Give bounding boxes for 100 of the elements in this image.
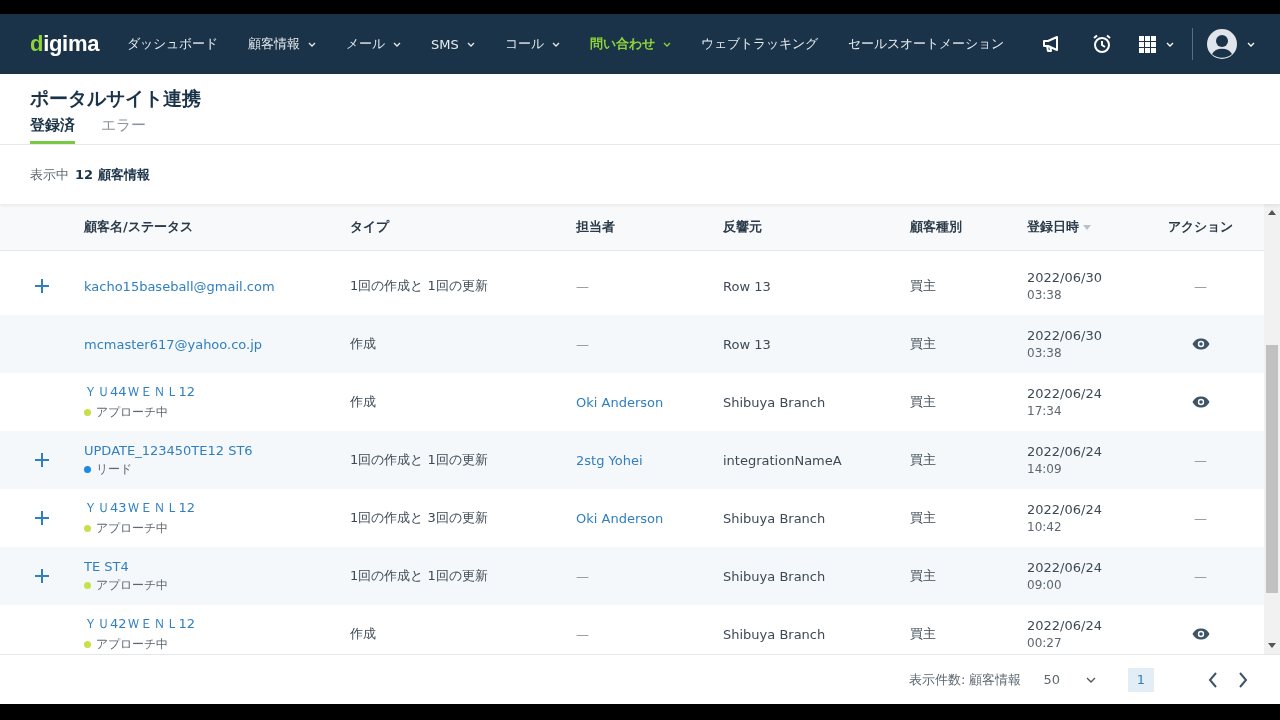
caret-icon — [1165, 41, 1174, 47]
tab[interactable]: エラー — [101, 116, 146, 144]
tab[interactable]: 登録済 — [30, 116, 75, 144]
table-cell: integrationNameA — [723, 452, 842, 468]
expand-plus-icon[interactable] — [35, 569, 49, 583]
date-text: 2022/06/30 — [1027, 328, 1102, 343]
scroll-up-icon[interactable] — [1268, 210, 1276, 215]
date-text: 2022/06/30 — [1027, 270, 1102, 285]
grid-icon — [1138, 35, 1156, 53]
column-header: 反響元 — [723, 218, 762, 236]
page-title: ポータルサイト連携 — [30, 86, 202, 110]
customer-name-link[interactable]: UPDATE_123450TE12 ST6 — [84, 442, 253, 458]
customer-name-link[interactable]: ＹＵ44ＷＥＮＬ12 — [84, 383, 196, 401]
eye-icon[interactable] — [1191, 338, 1210, 350]
owner-link[interactable]: Oki Anderson — [576, 510, 664, 526]
customer-name-link[interactable]: kacho15baseball@gmail.com — [84, 278, 275, 294]
status-label: リード — [96, 460, 132, 478]
nav-menu-item[interactable]: SMS — [431, 36, 475, 52]
customer-name-link[interactable]: ＹＵ42ＷＥＮＬ12 — [84, 615, 196, 633]
table-cell: — — [576, 568, 589, 584]
previous-page-icon[interactable] — [1208, 671, 1218, 688]
time-text: 14:09 — [1027, 462, 1062, 476]
avatar-icon — [1206, 29, 1237, 59]
table-cell: Row 13 — [723, 278, 771, 294]
apps-menu-button[interactable] — [1138, 35, 1174, 53]
table-cell: Shibuya Branch — [723, 626, 826, 642]
date-text: 2022/06/24 — [1027, 618, 1102, 633]
status-label: アプローチ中 — [96, 404, 168, 421]
time-text: 00:27 — [1027, 636, 1062, 650]
expand-plus-icon[interactable] — [35, 279, 49, 293]
customer-name-link[interactable]: TE ST4 — [84, 558, 129, 574]
alarm-clock-icon[interactable] — [1091, 34, 1112, 54]
table-cell: 買主 — [910, 567, 936, 585]
nav-menu-item[interactable]: 問い合わせ — [589, 35, 671, 53]
table-cell: Shibuya Branch — [723, 568, 826, 584]
date-text: 2022/06/24 — [1027, 560, 1102, 575]
eye-icon[interactable] — [1191, 396, 1210, 408]
table-cell: — — [1194, 568, 1207, 584]
date-text: 2022/06/24 — [1027, 502, 1102, 517]
per-page-dropdown[interactable]: 50 — [1043, 672, 1096, 687]
table-cell: — — [1194, 278, 1207, 294]
table-cell: — — [576, 278, 589, 294]
scroll-down-icon[interactable] — [1268, 643, 1276, 648]
logo[interactable]: digima — [30, 31, 100, 57]
table-cell: 買主 — [910, 393, 936, 411]
table-cell: 買主 — [910, 451, 936, 469]
table-cell: Shibuya Branch — [723, 510, 826, 526]
owner-link[interactable]: 2stg Yohei — [576, 452, 643, 468]
eye-icon[interactable] — [1191, 628, 1210, 640]
column-header: 顧客種別 — [910, 218, 962, 236]
table-cell: 買主 — [910, 335, 936, 353]
per-page-label: 表示件数: 顧客情報 — [908, 670, 1022, 689]
caret-icon — [1246, 41, 1255, 47]
time-text: 03:38 — [1027, 288, 1062, 302]
table-cell: Row 13 — [723, 336, 771, 352]
showing-label: 表示中 — [30, 165, 69, 184]
column-header: 担当者 — [576, 218, 615, 236]
nav-menu-item[interactable]: 顧客情報 — [248, 35, 317, 53]
table-cell: Shibuya Branch — [723, 394, 826, 410]
table-cell: 1回の作成と 1回の更新 — [350, 451, 488, 469]
table-cell: 作成 — [350, 625, 376, 643]
date-text: 2022/06/24 — [1027, 444, 1102, 459]
expand-plus-icon[interactable] — [35, 453, 49, 467]
status-label: アプローチ中 — [96, 576, 168, 594]
table-cell: 1回の作成と 1回の更新 — [350, 567, 488, 585]
result-count: 12 顧客情報 — [75, 165, 150, 184]
scrollbar[interactable] — [1264, 204, 1280, 654]
caret-icon — [1086, 676, 1096, 683]
sort-icon — [1083, 224, 1091, 230]
status-label: アプローチ中 — [96, 520, 168, 537]
table-cell: 1回の作成と 1回の更新 — [350, 277, 488, 295]
page-number-button[interactable]: 1 — [1128, 667, 1154, 692]
nav-menu-item[interactable]: コール — [504, 35, 560, 53]
user-menu-button[interactable] — [1206, 29, 1255, 59]
table-cell: — — [576, 336, 589, 352]
table-cell: — — [1194, 510, 1207, 526]
date-text: 2022/06/24 — [1027, 386, 1102, 401]
table-cell: — — [1194, 452, 1207, 468]
nav-menu-item[interactable]: セールスオートメーション — [847, 35, 1004, 53]
time-text: 09:00 — [1027, 578, 1062, 592]
table-cell: 作成 — [350, 393, 376, 411]
column-header: 顧客名/ステータス — [84, 218, 193, 236]
column-header: アクション — [1168, 218, 1233, 236]
table-cell: 買主 — [910, 509, 936, 527]
next-page-icon[interactable] — [1238, 671, 1248, 688]
expand-plus-icon[interactable] — [35, 511, 49, 525]
table-cell: — — [576, 626, 589, 642]
nav-menu-item[interactable]: メール — [346, 35, 402, 53]
table-cell: 1回の作成と 3回の更新 — [350, 509, 488, 527]
table-cell: 買主 — [910, 277, 936, 295]
customer-name-link[interactable]: mcmaster617@yahoo.co.jp — [84, 336, 263, 352]
column-header[interactable]: 登録日時 — [1027, 218, 1091, 236]
time-text: 03:38 — [1027, 346, 1062, 360]
customer-name-link[interactable]: ＹＵ43ＷＥＮＬ12 — [84, 499, 196, 517]
table-cell: 買主 — [910, 625, 936, 643]
column-header: タイプ — [350, 218, 389, 236]
owner-link[interactable]: Oki Anderson — [576, 394, 664, 410]
nav-menu-item[interactable]: ウェブトラッキング — [700, 35, 818, 53]
nav-menu-item[interactable]: ダッシュボード — [127, 35, 219, 53]
table-cell: 作成 — [350, 335, 376, 353]
